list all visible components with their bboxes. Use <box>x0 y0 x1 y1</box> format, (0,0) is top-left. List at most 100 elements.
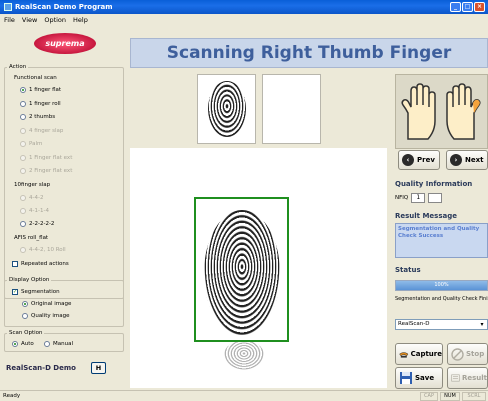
thumbnail-captured[interactable] <box>197 74 256 144</box>
result-message: Segmentation and Quality Check Success <box>395 223 488 258</box>
thumbnail-empty[interactable] <box>262 74 321 144</box>
functional-scan-radio[interactable] <box>20 141 26 147</box>
scan-option-auto[interactable]: Auto <box>12 341 34 347</box>
scan-option-legend: Scan Option <box>9 330 43 336</box>
stop-icon <box>451 347 464 361</box>
cap-indicator: CAP <box>420 392 438 401</box>
left-panel: suprema Action Functional scan 1 finger … <box>0 27 128 389</box>
repeated-actions-checkbox[interactable]: Repeated actions <box>12 261 69 267</box>
status-title: Status <box>395 266 421 274</box>
functional-scan-option-label: 1 finger roll <box>29 100 61 107</box>
save-label: Save <box>415 374 435 382</box>
menu-view[interactable]: View <box>22 16 37 24</box>
functional-scan-radio[interactable] <box>20 154 26 161</box>
slap-option[interactable]: 2-2-2-2-2 <box>20 221 54 227</box>
fingerprint-thumb-image <box>208 81 246 137</box>
repeated-actions-check[interactable] <box>12 261 18 267</box>
functional-scan-radio[interactable] <box>20 100 26 107</box>
original-image-radio[interactable] <box>22 301 28 307</box>
original-image-label: Original image <box>31 301 72 307</box>
segmentation-label: Segmentation <box>21 289 60 295</box>
status-text: Segmentation and Quality Check Finished <box>395 296 488 302</box>
slap-radio[interactable] <box>20 195 26 201</box>
functional-scan-option[interactable]: 2 Finger flat ext <box>20 168 72 174</box>
display-option-legend: Display Option <box>9 277 50 283</box>
capture-icon <box>399 352 409 358</box>
num-indicator: NUM <box>440 392 460 401</box>
auto-radio[interactable] <box>12 341 18 347</box>
result-label: Result <box>461 374 487 382</box>
afis-label: AFIS roll_flat <box>14 235 49 241</box>
manual-label: Manual <box>53 341 73 347</box>
minimize-button[interactable]: _ <box>450 2 461 12</box>
afis-option[interactable]: 4-4-2, 10 Roll <box>20 247 66 253</box>
save-button[interactable]: Save <box>395 367 443 389</box>
functional-scan-radio[interactable] <box>20 87 26 93</box>
save-disk-icon <box>400 372 412 384</box>
functional-scan-option[interactable]: 2 thumbs <box>20 114 55 120</box>
functional-scan-option[interactable]: 4 finger slap <box>20 127 64 134</box>
functional-scan-option-label: 4 finger slap <box>29 127 64 134</box>
right-hand-icon[interactable] <box>444 83 482 141</box>
slap-label: 10finger slap <box>14 182 51 188</box>
left-hand-icon[interactable] <box>400 83 438 141</box>
capture-button[interactable]: Capture <box>395 343 443 365</box>
suprema-logo: suprema <box>34 33 96 54</box>
menu-file[interactable]: File <box>4 16 15 24</box>
display-option-original[interactable]: Original image <box>22 301 71 307</box>
functional-scan-option[interactable]: 1 finger flat <box>20 87 61 93</box>
functional-scan-option[interactable]: Palm <box>20 141 42 147</box>
nfiq-label: NFIQ <box>395 195 409 201</box>
segmentation-check[interactable]: ✓ <box>12 289 18 295</box>
next-button[interactable]: › Next <box>446 150 488 170</box>
result-button[interactable]: Result <box>447 367 488 389</box>
slap-radio[interactable] <box>20 221 26 227</box>
repeated-actions-label: Repeated actions <box>21 261 69 267</box>
menu-help[interactable]: Help <box>73 16 88 24</box>
functional-scan-option[interactable]: 1 finger roll <box>20 100 61 107</box>
menu-option[interactable]: Option <box>44 16 66 24</box>
slap-option[interactable]: 4-1-1-4 <box>20 208 49 214</box>
app-icon <box>4 3 12 11</box>
functional-scan-option-label: 2 thumbs <box>29 114 56 120</box>
manual-radio[interactable] <box>44 341 50 347</box>
functional-scan-option[interactable]: 1 Finger flat ext <box>20 154 73 161</box>
stop-button[interactable]: Stop <box>447 343 488 365</box>
action-legend: Action <box>9 64 27 70</box>
segmentation-box <box>194 197 289 342</box>
functional-scan-radio[interactable] <box>20 168 26 174</box>
nfiq-value-2 <box>428 193 443 203</box>
device-select[interactable]: RealScan-D ▾ <box>395 319 488 330</box>
menu-bar: File View Option Help <box>0 14 488 25</box>
next-label: Next <box>465 156 484 164</box>
functional-scan-option-label: 2 Finger flat ext <box>29 168 73 174</box>
scan-option-manual[interactable]: Manual <box>44 341 73 347</box>
quality-title: Quality Information <box>395 180 473 188</box>
display-option-quality[interactable]: Quality image <box>22 313 70 319</box>
page-title: Scanning Right Thumb Finger <box>130 38 488 68</box>
functional-scan-label: Functional scan <box>14 75 57 81</box>
segmentation-checkbox[interactable]: ✓ Segmentation <box>12 289 60 295</box>
h-button[interactable]: H <box>91 362 106 374</box>
maximize-button[interactable]: □ <box>462 2 473 12</box>
scrl-indicator: SCRL <box>462 392 486 401</box>
dropdown-arrow-icon[interactable]: ▾ <box>478 320 486 329</box>
functional-scan-radio[interactable] <box>20 127 26 134</box>
slap-radio[interactable] <box>20 208 26 214</box>
auto-label: Auto <box>21 341 34 347</box>
prev-button[interactable]: ‹ Prev <box>398 150 440 170</box>
slap-option-label: 4-1-1-4 <box>29 208 49 214</box>
status-progress: 100% <box>395 280 488 291</box>
slap-option-label: 2-2-2-2-2 <box>29 221 55 227</box>
slap-option[interactable]: 4-4-2 <box>20 195 43 201</box>
next-arrow-icon: › <box>450 154 462 166</box>
slap-option-label: 4-4-2 <box>29 195 44 201</box>
stop-label: Stop <box>466 350 485 358</box>
afis-radio[interactable] <box>20 247 26 253</box>
status-bar-text: Ready <box>3 393 21 399</box>
functional-scan-option-label: 1 Finger flat ext <box>29 154 73 161</box>
quality-image-label: Quality image <box>31 313 70 319</box>
close-button[interactable]: × <box>474 2 485 12</box>
quality-image-radio[interactable] <box>22 313 28 319</box>
functional-scan-radio[interactable] <box>20 114 26 120</box>
